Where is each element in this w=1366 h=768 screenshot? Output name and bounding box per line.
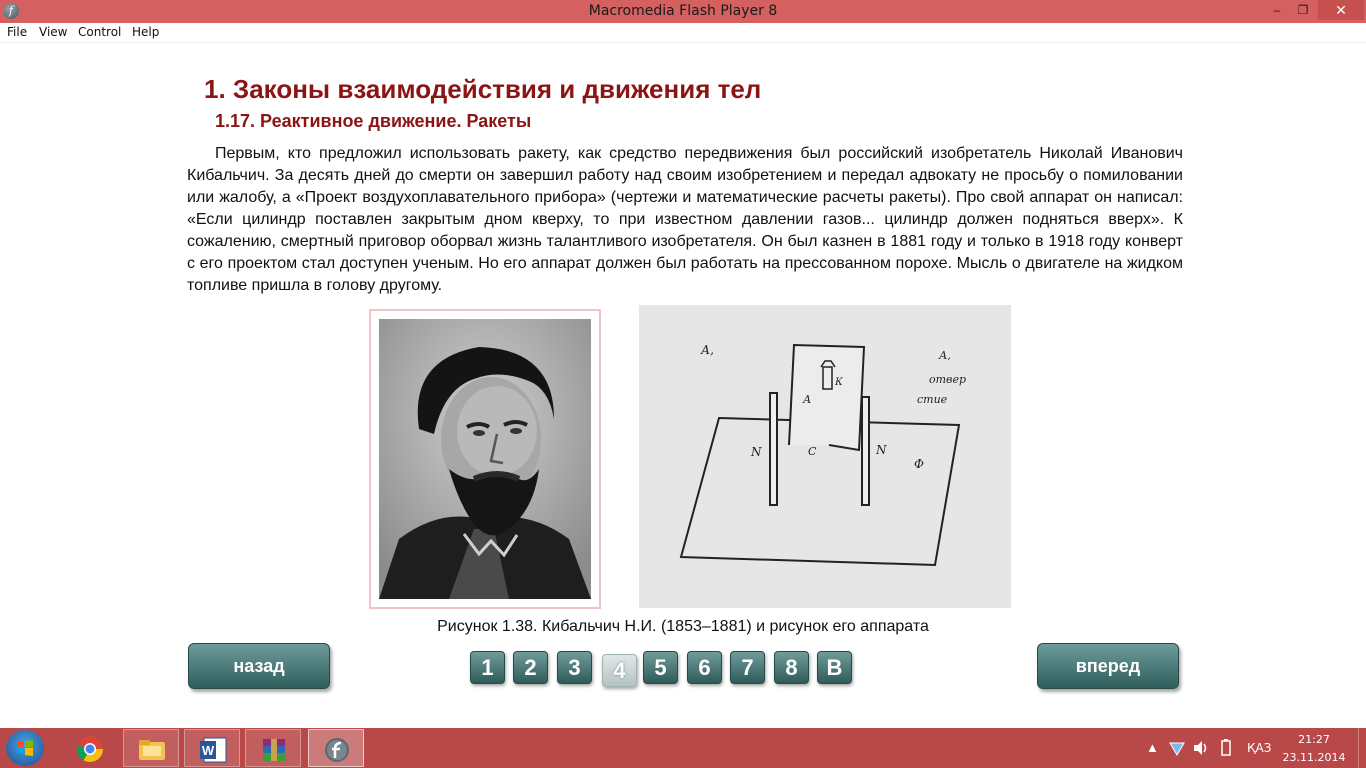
page-title: 1. Законы взаимодействия и движения тел xyxy=(204,74,762,104)
start-button[interactable] xyxy=(6,730,44,766)
section-title: 1.17. Реактивное движение. Ракеты xyxy=(215,111,532,131)
windows-logo-icon xyxy=(17,740,33,756)
page-button-3[interactable]: 3 xyxy=(557,651,592,684)
show-desktop-button[interactable] xyxy=(1358,728,1366,768)
taskbar: W xyxy=(0,728,1366,768)
clock-time[interactable]: 21:27 xyxy=(1282,733,1346,746)
drawing-label-c: С xyxy=(808,445,817,458)
network-icon[interactable] xyxy=(1168,739,1186,757)
page-button-4-current[interactable]: 4 xyxy=(602,654,637,687)
word-icon: W xyxy=(200,737,227,763)
volume-icon[interactable] xyxy=(1192,740,1210,756)
taskbar-word[interactable]: W xyxy=(184,729,240,767)
window-title: Macromedia Flash Player 8 xyxy=(588,3,778,19)
taskbar-flash-player[interactable] xyxy=(308,729,364,767)
page-button-7[interactable]: 7 xyxy=(730,651,765,684)
tray-show-hidden-icon[interactable]: ▲ xyxy=(1146,740,1159,755)
drawing-label-f: Ф xyxy=(914,457,924,471)
menu-file[interactable]: File xyxy=(7,25,27,39)
taskbar-chrome[interactable] xyxy=(62,729,118,767)
page-button-8[interactable]: 8 xyxy=(774,651,809,684)
language-indicator[interactable]: ҚАЗ xyxy=(1247,741,1271,755)
battery-icon[interactable] xyxy=(1220,739,1232,757)
chrome-icon xyxy=(76,736,104,763)
taskbar-winrar[interactable] xyxy=(245,729,301,767)
file-explorer-icon xyxy=(139,740,165,760)
maximize-button[interactable]: ❐ xyxy=(1290,0,1316,20)
page-button-5[interactable]: 5 xyxy=(643,651,678,684)
taskbar-file-explorer[interactable] xyxy=(123,729,179,767)
body-paragraph: Первым, кто предложил использовать ракет… xyxy=(187,145,1183,294)
drawing-label-n-right: N xyxy=(876,443,887,457)
drawing-label-a: А xyxy=(803,393,812,406)
apparatus-drawing: А, А, отвер стие К А N С N Ф xyxy=(639,305,1011,608)
title-bar: f Macromedia Flash Player 8 – ❐ ✕ xyxy=(0,0,1366,23)
drawing-label-opening-1: отвер xyxy=(929,373,967,386)
winrar-icon xyxy=(263,739,285,761)
minimize-button[interactable]: – xyxy=(1264,0,1290,20)
drawing-label-k: К xyxy=(835,377,843,388)
page-button-1[interactable]: 1 xyxy=(470,651,505,684)
clock-date[interactable]: 23.11.2014 xyxy=(1282,751,1346,764)
flash-player-icon xyxy=(325,738,349,762)
figure-caption: Рисунок 1.38. Кибальчич Н.И. (1853–1881)… xyxy=(437,618,929,635)
menu-help[interactable]: Help xyxy=(132,25,159,39)
svg-text:W: W xyxy=(202,743,215,758)
back-button[interactable]: назад xyxy=(188,643,330,689)
page-button-6[interactable]: 6 xyxy=(687,651,722,684)
page-button-b[interactable]: В xyxy=(817,651,852,684)
portrait-frame xyxy=(369,309,601,609)
menu-bar: File View Control Help xyxy=(0,23,1366,43)
page-button-2[interactable]: 2 xyxy=(513,651,548,684)
drawing-label-a1-right: А, xyxy=(939,349,951,362)
drawing-label-a1: А, xyxy=(701,343,714,357)
menu-view[interactable]: View xyxy=(39,25,67,39)
drawing-label-opening-2: стие xyxy=(917,393,948,406)
close-button[interactable]: ✕ xyxy=(1318,0,1364,20)
forward-button[interactable]: вперед xyxy=(1037,643,1179,689)
drawing-label-n-left: N xyxy=(751,445,762,459)
menu-control[interactable]: Control xyxy=(78,25,121,39)
portrait-photo xyxy=(379,319,591,599)
